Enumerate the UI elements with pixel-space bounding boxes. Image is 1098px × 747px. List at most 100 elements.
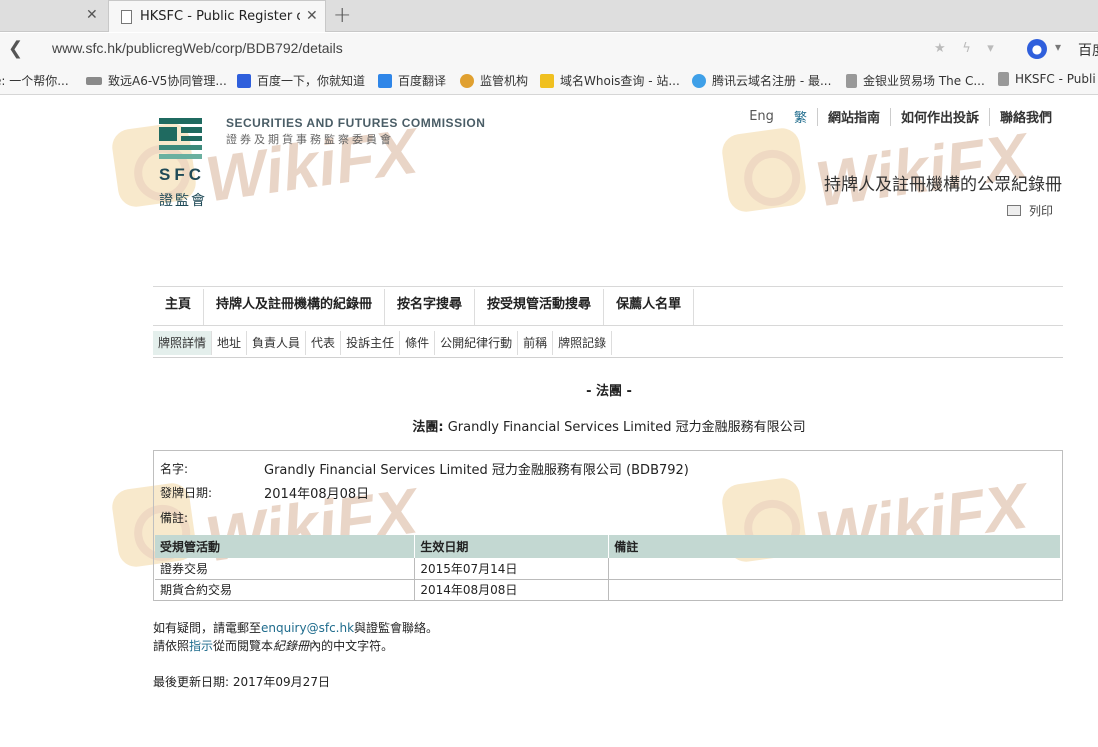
bookmark-item[interactable]: 域名Whois查询 - 站... — [540, 72, 680, 89]
section-title: - 法團 - — [586, 384, 632, 399]
tab-responsible-officers[interactable]: 負責人員 — [247, 331, 307, 355]
bookmark-item[interactable]: 腾讯云域名注册 - 最... — [692, 72, 831, 89]
tab-address[interactable]: 地址 — [212, 331, 248, 355]
link-contact-us[interactable]: 聯絡我們 — [990, 107, 1062, 126]
bookmark-label: 金银业贸易场 The C... — [863, 74, 985, 88]
table-row: 期貨合約交易 2014年08月08日 — [155, 579, 1061, 601]
last-updated-value: 2017年09月27日 — [232, 675, 330, 689]
top-links: Eng 繁 網站指南 如何作出投訴 聯絡我們 — [739, 107, 1062, 126]
bookmark-item[interactable]: e: 一个帮你... — [0, 72, 69, 89]
guide-prefix: 請依照 — [153, 639, 190, 653]
activity-cell: 期貨合約交易 — [155, 579, 416, 601]
baidu-icon — [237, 73, 251, 88]
bookmark-item[interactable]: 百度翻译 — [378, 72, 446, 89]
main-nav: 主頁 持牌人及註冊機構的紀錄冊 按名字搜尋 按受規管活動搜尋 保薦人名單 — [153, 286, 1063, 326]
last-updated-label: 最後更新日期: — [153, 675, 230, 689]
corporation-name: Grandly Financial Services Limited 冠力金融服… — [447, 420, 806, 435]
effective-date-cell: 2014年08月08日 — [414, 579, 610, 601]
address-bar: ❮ www.sfc.hk/publicregWeb/corp/BDB792/de… — [0, 33, 1098, 65]
column-header: 備註 — [608, 535, 1061, 558]
last-updated: 最後更新日期: 2017年09月27日 — [153, 673, 330, 690]
search-engine-label[interactable]: 百度 — [1078, 40, 1098, 60]
tab-disciplinary-actions[interactable]: 公開紀律行動 — [435, 331, 519, 355]
tab-representatives[interactable]: 代表 — [306, 331, 342, 355]
activity-cell: 證券交易 — [155, 558, 416, 580]
printer-icon — [1006, 205, 1021, 216]
chevron-down-icon[interactable]: ▾ — [1055, 40, 1061, 54]
nav-register[interactable]: 持牌人及註冊機構的紀錄冊 — [204, 289, 386, 325]
tab-title: HKSFC - Public Register of L — [140, 9, 300, 24]
effective-date-cell: 2015年07月14日 — [414, 558, 610, 580]
column-header: 受規管活動 — [155, 535, 416, 558]
page-content: WikiFX WikiFX WikiFX WikiFX SFC 證監會 SECU… — [0, 96, 1098, 747]
browser-tab-bar: ✕ HKSFC - Public Register of L ✕ + — [0, 0, 1098, 32]
instructions-link[interactable]: 指示 — [189, 639, 213, 653]
tab-licence-details[interactable]: 牌照詳情 — [153, 331, 213, 355]
tab-complaints-officer[interactable]: 投訴主任 — [341, 331, 401, 355]
org-name-cn: 證券及期貨事務監察委員會 — [226, 133, 394, 146]
guide-note: 請依照指示從而閱覽本紀錄冊內的中文字符。 — [153, 637, 393, 654]
link-site-guide[interactable]: 網站指南 — [818, 107, 890, 126]
guide-mid: 從而閱覽本 — [213, 639, 274, 653]
baidu-icon[interactable]: ● — [1027, 39, 1047, 59]
guide-italic: 紀錄冊 — [273, 639, 310, 653]
bookmark-label: 致远A6-V5协同管理... — [108, 74, 227, 88]
browser-tab-inactive[interactable]: ✕ — [0, 0, 104, 32]
new-tab-icon[interactable]: + — [333, 3, 351, 28]
close-icon[interactable]: ✕ — [306, 8, 318, 24]
bookmark-label: 域名Whois查询 - 站... — [560, 74, 680, 88]
enquiry-prefix: 如有疑問，請電郵至 — [153, 621, 262, 635]
enquiry-email-link[interactable]: enquiry@sfc.hk — [261, 621, 354, 635]
licence-date-value: 2014年08月08日 — [264, 487, 370, 502]
enquiry-suffix: 與證監會聯絡。 — [354, 621, 439, 635]
tab-licence-record[interactable]: 牌照記錄 — [553, 331, 613, 355]
nav-search-by-activity[interactable]: 按受規管活動搜尋 — [475, 289, 605, 325]
star-icon[interactable]: ★ — [934, 41, 946, 56]
page-icon — [121, 10, 132, 24]
remarks-label: 備註: — [160, 511, 189, 525]
url-field[interactable]: www.sfc.hk/publicregWeb/corp/BDB792/deta… — [52, 40, 343, 56]
page-icon — [998, 72, 1009, 86]
address-bar-actions[interactable]: ★ ϟ ▾ — [934, 41, 994, 56]
regulator-icon — [460, 73, 474, 88]
browser-tab-active[interactable]: HKSFC - Public Register of L ✕ — [108, 0, 326, 32]
logo-abbreviation: SFC — [159, 165, 205, 184]
bookmark-item[interactable]: 百度一下，你就知道 — [237, 72, 365, 89]
tencent-cloud-icon — [692, 73, 706, 88]
column-header: 生效日期 — [414, 535, 610, 558]
table-header-row: 受規管活動 生效日期 備註 — [155, 535, 1061, 558]
chevron-down-icon[interactable]: ▾ — [987, 41, 994, 56]
bookmark-label: 监管机构 — [480, 74, 529, 88]
name-value: Grandly Financial Services Limited 冠力金融服… — [264, 463, 689, 478]
tab-former-names[interactable]: 前稱 — [518, 331, 554, 355]
link-traditional-chinese[interactable]: 繁 — [784, 107, 817, 126]
close-icon[interactable]: ✕ — [86, 7, 98, 23]
nav-search-by-name[interactable]: 按名字搜尋 — [385, 289, 476, 325]
link-complaints[interactable]: 如何作出投訴 — [891, 107, 989, 126]
back-arrow-icon[interactable]: ❮ — [8, 38, 23, 59]
bookmark-label: HKSFC - Publi — [1015, 72, 1096, 86]
org-name-en: SECURITIES AND FUTURES COMMISSION — [226, 116, 486, 130]
bookmark-item[interactable]: 监管机构 — [460, 72, 528, 89]
bookmark-item[interactable]: 金银业贸易场 The C... — [846, 72, 985, 89]
corporation-line: 法團: Grandly Financial Services Limited 冠… — [0, 416, 1098, 435]
guide-suffix: 內的中文字符。 — [309, 639, 394, 653]
name-label: 名字: — [160, 462, 189, 476]
bookmark-item[interactable]: 致远A6-V5协同管理... — [86, 72, 227, 89]
translate-icon — [378, 73, 392, 88]
nav-sponsor-list[interactable]: 保薦人名單 — [604, 289, 695, 325]
sub-nav: 牌照詳情 地址 負責人員 代表 投訴主任 條件 公開紀律行動 前稱 牌照記錄 — [153, 326, 1063, 358]
sfc-logo-mark-icon — [159, 118, 202, 160]
page-icon — [846, 73, 857, 88]
link-english[interactable]: Eng — [739, 109, 784, 124]
nav-home[interactable]: 主頁 — [153, 289, 205, 325]
corporation-label: 法團: — [412, 420, 444, 435]
sfc-logo[interactable] — [159, 118, 202, 160]
bookmark-label: 百度一下，你就知道 — [257, 74, 366, 88]
lightning-icon[interactable]: ϟ — [962, 41, 971, 56]
tab-conditions[interactable]: 條件 — [400, 331, 436, 355]
bookmark-item[interactable]: HKSFC - Publi — [998, 72, 1096, 86]
licence-date-label: 發牌日期: — [160, 486, 213, 500]
print-button[interactable]: 列印 — [1006, 202, 1053, 219]
bookmark-label: 腾讯云域名注册 - 最... — [712, 74, 832, 88]
